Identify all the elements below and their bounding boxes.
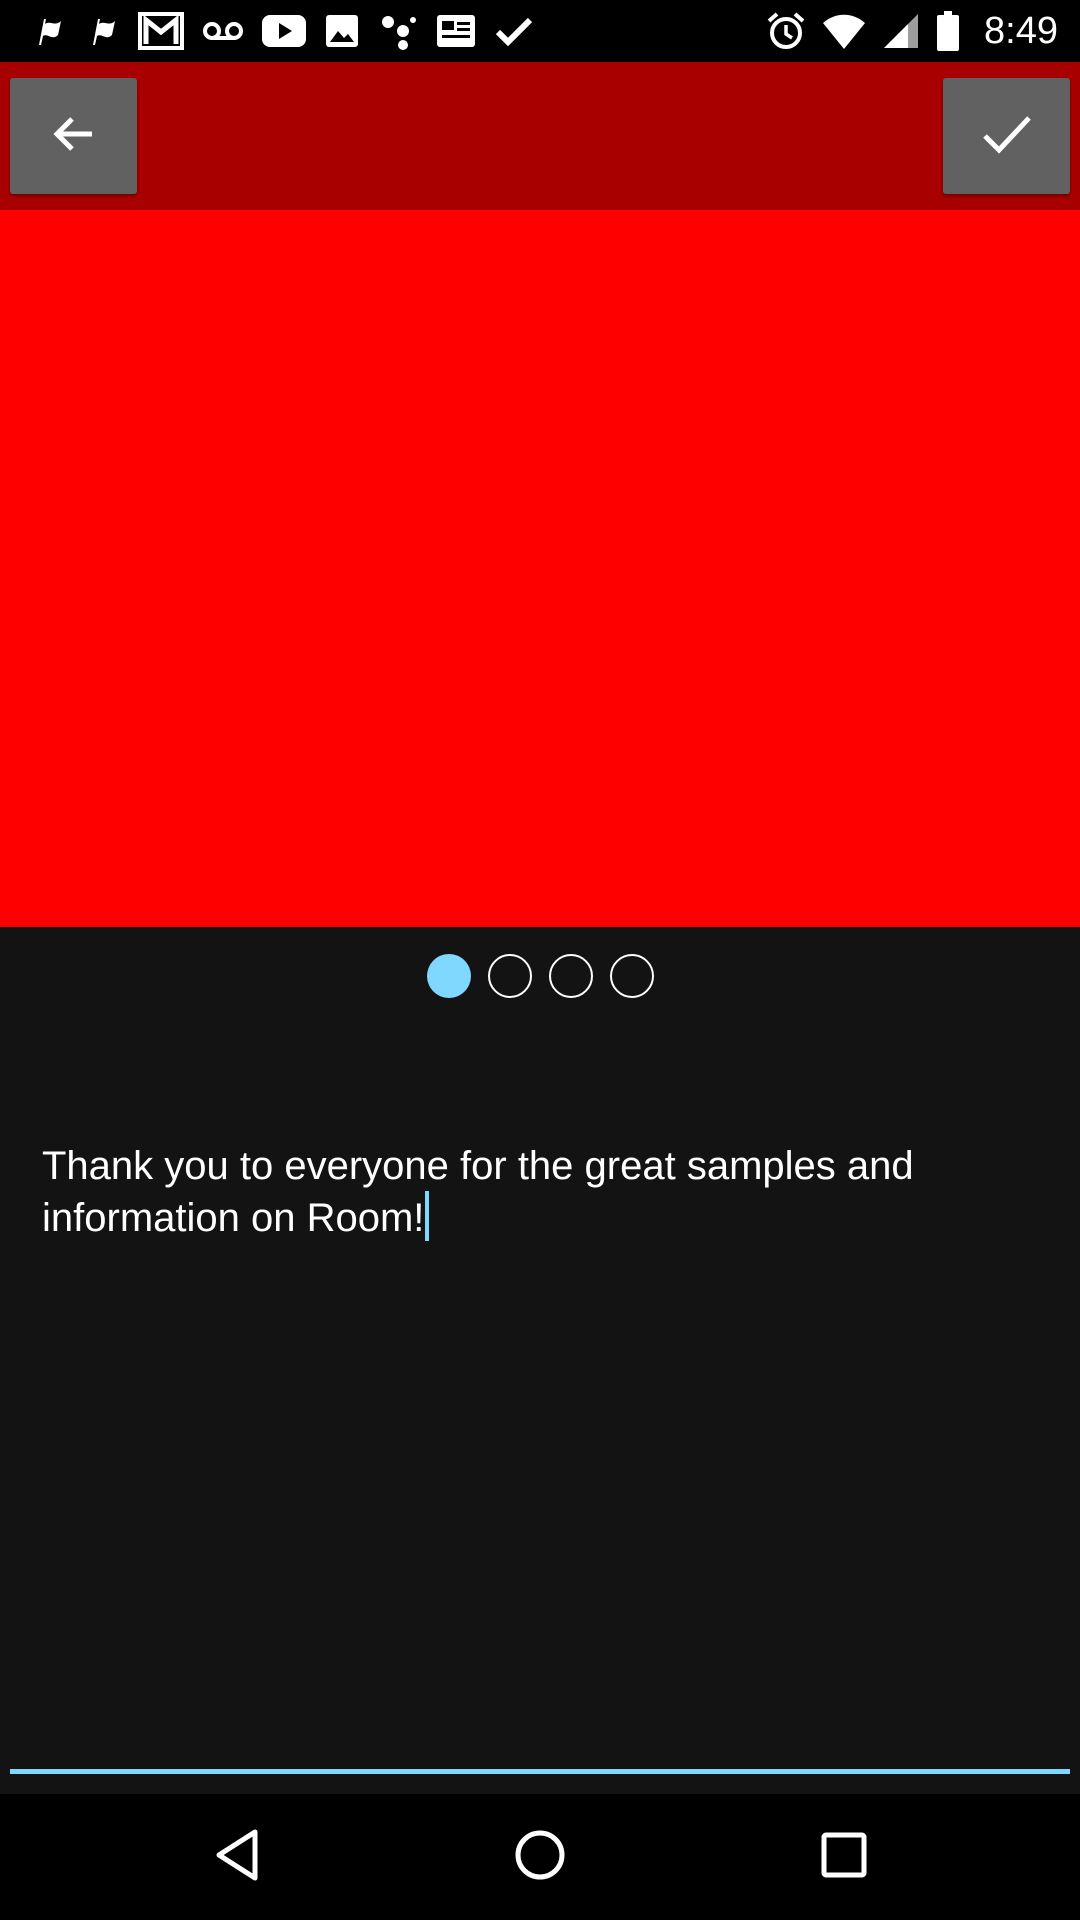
page-indicator	[0, 954, 1080, 1000]
check-notification-icon	[494, 14, 534, 48]
alarm-icon	[766, 11, 806, 51]
system-icons: 8:49	[766, 0, 1058, 62]
confirm-button[interactable]	[943, 78, 1070, 194]
page-dot-4[interactable]	[609, 954, 654, 998]
cell-signal-icon	[882, 12, 920, 50]
dots-app-icon	[378, 11, 418, 51]
nav-back-button[interactable]	[157, 1794, 317, 1920]
text-cursor	[425, 1191, 430, 1241]
page-dot-2[interactable]	[487, 954, 532, 998]
news-icon	[436, 14, 476, 48]
message-input[interactable]: Thank you to everyone for the great samp…	[42, 1142, 1042, 1243]
notification-icons	[30, 0, 534, 62]
gmail-icon	[138, 11, 184, 51]
voicemail-icon	[202, 19, 244, 43]
clock: 8:49	[984, 10, 1058, 52]
page-dot-3[interactable]	[548, 954, 593, 998]
wifi-icon	[822, 13, 866, 49]
nav-home-button[interactable]	[460, 1794, 620, 1920]
action-bar	[0, 62, 1080, 210]
back-button[interactable]	[10, 78, 137, 194]
input-underline	[10, 1769, 1070, 1774]
checkmark-icon	[981, 112, 1033, 161]
nav-recents-button[interactable]	[764, 1794, 924, 1920]
photos-icon	[324, 13, 360, 49]
color-preview[interactable]	[0, 210, 1080, 927]
message-text: Thank you to everyone for the great samp…	[42, 1144, 914, 1240]
navigation-bar	[0, 1794, 1080, 1920]
status-bar: 8:49	[0, 0, 1080, 62]
nav-recents-icon	[821, 1832, 867, 1883]
nav-home-icon	[514, 1829, 566, 1886]
screen: 8:49 Thank you to everyone for the great…	[0, 0, 1080, 1920]
youtube-icon	[262, 15, 306, 47]
arrow-left-icon	[50, 110, 98, 163]
flag-notification-icon	[30, 13, 66, 49]
flag-notification-icon	[84, 13, 120, 49]
battery-icon	[936, 11, 960, 51]
nav-back-icon	[213, 1828, 261, 1887]
page-dot-1[interactable]	[426, 954, 471, 998]
